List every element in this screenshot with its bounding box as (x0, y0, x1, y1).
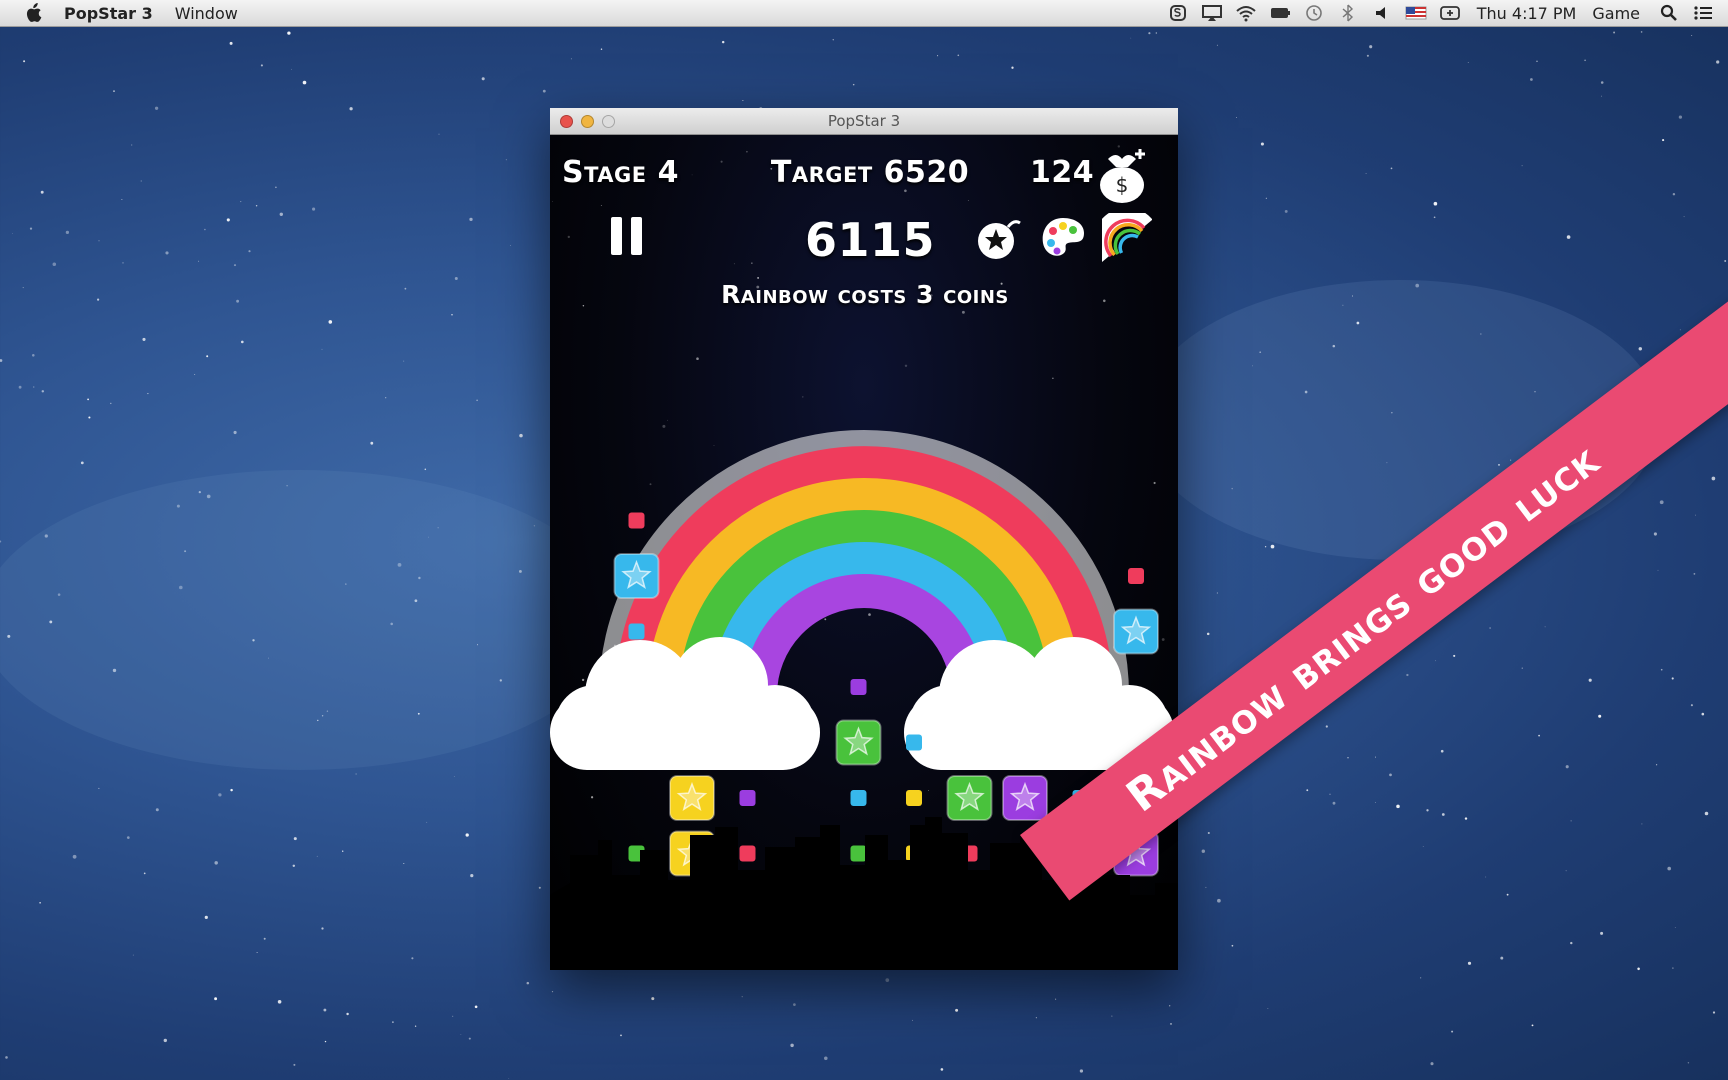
flag-input-icon[interactable] (1405, 4, 1427, 22)
pause-button[interactable] (607, 217, 645, 255)
window-titlebar[interactable]: PopStar 3 (550, 108, 1178, 135)
coin-bag-icon[interactable]: $ (1092, 145, 1152, 205)
star-block[interactable] (628, 623, 645, 640)
notification-center-icon[interactable] (1692, 4, 1714, 22)
star-block[interactable] (628, 512, 645, 529)
star-block[interactable] (1002, 775, 1048, 821)
star-block[interactable] (850, 679, 867, 695)
star-block[interactable] (906, 734, 922, 751)
star-block[interactable] (906, 790, 922, 806)
display-icon[interactable] (1439, 4, 1461, 22)
star-block[interactable] (850, 845, 867, 862)
star-block[interactable] (739, 790, 756, 806)
menu-clock[interactable]: Thu 4:17 PM (1477, 4, 1577, 23)
star-block[interactable] (1113, 608, 1159, 655)
bomb-icon[interactable] (974, 213, 1024, 263)
time-machine-icon[interactable] (1303, 4, 1325, 22)
menu-app-name[interactable]: PopStar 3 (64, 4, 153, 23)
star-block[interactable] (613, 553, 660, 599)
bluetooth-icon[interactable] (1337, 4, 1359, 22)
stage-label: Stage 4 (562, 155, 679, 190)
palette-icon[interactable] (1038, 213, 1088, 263)
menu-bar: PopStar 3 Window Thu 4:17 PM Game (0, 0, 1728, 27)
star-block[interactable] (1128, 568, 1144, 584)
apple-menu-icon[interactable] (22, 2, 44, 24)
star-block[interactable] (669, 775, 715, 821)
battery-icon[interactable] (1269, 4, 1291, 22)
star-block[interactable] (739, 845, 756, 862)
volume-icon[interactable] (1371, 4, 1393, 22)
airplay-icon[interactable] (1201, 4, 1223, 22)
status-message: Rainbow costs 3 coins (721, 280, 1009, 309)
coin-count: 124 (1030, 155, 1095, 190)
window-title: PopStar 3 (827, 112, 901, 130)
menu-user[interactable]: Game (1592, 4, 1640, 23)
score-value: 6115 (804, 213, 936, 267)
promo-banner-text: Rainbow brings good luck (1117, 434, 1609, 822)
target-label: Target 6520 (770, 155, 970, 190)
star-block[interactable] (835, 719, 882, 766)
svg-text:$: $ (1116, 173, 1129, 197)
wifi-icon[interactable] (1235, 4, 1257, 22)
rainbow-icon[interactable] (1093, 207, 1153, 263)
star-block[interactable] (850, 790, 867, 806)
menu-window[interactable]: Window (175, 4, 238, 23)
skype-icon[interactable] (1167, 4, 1189, 22)
spotlight-icon[interactable] (1658, 4, 1680, 22)
star-block[interactable] (946, 775, 993, 821)
